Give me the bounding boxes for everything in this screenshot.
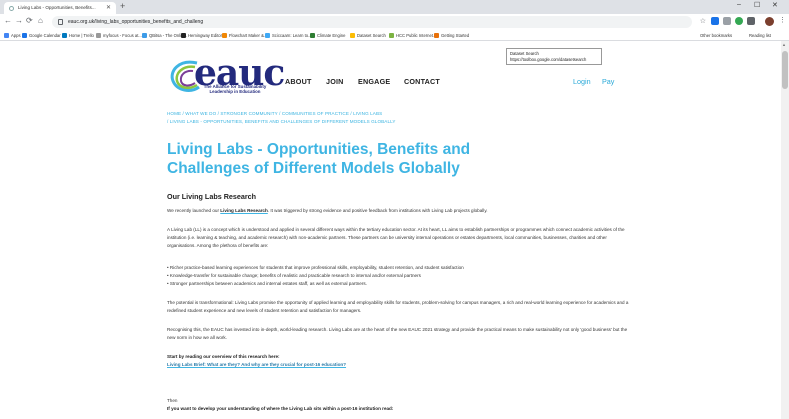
- bookmark-item[interactable]: myfocus - Focus at...: [96, 30, 142, 41]
- browser-tab[interactable]: Living Labs - Opportunities, Benefits...…: [4, 2, 116, 14]
- then-label: Then: [167, 398, 178, 403]
- living-labs-brief-link[interactable]: Living Labs Brief: What are they? And wh…: [167, 362, 346, 367]
- extension-icon[interactable]: [735, 17, 743, 25]
- bookmark-item[interactable]: Google Calendar: [22, 30, 61, 41]
- other-bookmarks[interactable]: Other bookmarks: [700, 30, 732, 41]
- address-bar[interactable]: eauc.org.uk/living_labs_opportunities_be…: [52, 16, 706, 28]
- puzzle-icon[interactable]: [747, 17, 755, 25]
- nav-contact[interactable]: CONTACT: [404, 77, 440, 86]
- bookmark-favicon-icon: [4, 33, 9, 38]
- bookmark-item[interactable]: Climate Engine: [310, 30, 345, 41]
- bookmark-favicon-icon: [142, 33, 147, 38]
- reading-list[interactable]: Reading list: [749, 30, 771, 41]
- scrollbar[interactable]: ▲: [781, 41, 789, 419]
- avatar[interactable]: [765, 17, 774, 26]
- eauc-logo[interactable]: eauc The Alliance for Sustainability Lea…: [167, 53, 285, 99]
- home-icon[interactable]: ⌂: [38, 16, 43, 25]
- bookmark-tooltip: Dataset Search https://toolbox.google.co…: [506, 48, 602, 65]
- bookmark-item[interactable]: Flowchart Maker &...: [222, 30, 267, 41]
- back-icon[interactable]: ←: [4, 16, 12, 25]
- bookmark-item[interactable]: Getting Started: [434, 30, 469, 41]
- bookmark-item[interactable]: Sciccaarn: Learn to...: [265, 30, 312, 41]
- develop-label: If you want to develop your understandin…: [167, 406, 394, 411]
- bookmark-favicon-icon: [62, 33, 67, 38]
- intro-paragraph: We recently launched our Living Labs Res…: [167, 208, 488, 213]
- maximize-button[interactable]: ☐: [754, 1, 760, 9]
- menu-icon[interactable]: ⋮: [779, 16, 786, 24]
- minimize-button[interactable]: –: [737, 1, 741, 8]
- bookmark-favicon-icon: [310, 33, 315, 38]
- recognising-paragraph: Recognising this, the EAUC has invested …: [167, 327, 628, 340]
- nav-engage[interactable]: ENGAGE: [358, 77, 390, 86]
- bookmark-favicon-icon: [96, 33, 101, 38]
- bookmark-item[interactable]: Hemingway Editor: [181, 30, 222, 41]
- close-window-button[interactable]: ✕: [772, 1, 778, 9]
- page-title: Living Labs - Opportunities, Benefits an…: [167, 141, 471, 177]
- extension-icon[interactable]: [723, 17, 731, 25]
- bookmark-favicon-icon: [222, 33, 227, 38]
- breadcrumb-current[interactable]: / LIVING LABS - OPPORTUNITIES, BENEFITS …: [167, 119, 396, 124]
- nav-about[interactable]: ABOUT: [285, 77, 312, 86]
- logo-tagline: The Alliance for Sustainability Leadersh…: [203, 84, 267, 95]
- forward-icon[interactable]: →: [15, 16, 23, 25]
- bookmark-item[interactable]: Dataset Search: [350, 30, 386, 41]
- scroll-up-icon[interactable]: ▲: [782, 42, 786, 47]
- reload-icon[interactable]: ⟳: [26, 16, 33, 25]
- bookmark-favicon-icon: [265, 33, 270, 38]
- login-link[interactable]: Login: [573, 77, 591, 86]
- breadcrumb[interactable]: HOME / WHAT WE DO / STRONGER COMMUNITY /…: [167, 111, 382, 116]
- definition-paragraph: A Living Lab (LL) is a concept which is …: [167, 227, 625, 248]
- url-text: eauc.org.uk/living_labs_opportunities_be…: [68, 19, 204, 25]
- bookmark-item[interactable]: HCC Public Internet...: [389, 30, 437, 41]
- tab-bar: Living Labs - Opportunities, Benefits...…: [0, 0, 789, 14]
- new-tab-button[interactable]: +: [120, 1, 125, 11]
- bookmark-favicon-icon: [22, 33, 27, 38]
- bookmarks-bar: Apps Google Calendar Home | Trello myfocus …: [0, 30, 789, 41]
- extension-icon[interactable]: [711, 17, 719, 25]
- bookmark-item[interactable]: Home | Trello: [62, 30, 94, 41]
- bookmark-star-icon[interactable]: ☆: [700, 16, 706, 28]
- bookmark-favicon-icon: [350, 33, 355, 38]
- globe-icon: [9, 6, 14, 11]
- close-icon[interactable]: ✕: [106, 2, 111, 14]
- bookmark-item[interactable]: Apps: [4, 30, 21, 41]
- nav-join[interactable]: JOIN: [326, 77, 344, 86]
- benefit-item: • Knowledge-transfer for sustainable cha…: [167, 273, 421, 278]
- start-label: Start by reading our overview of this re…: [167, 354, 280, 359]
- bookmark-favicon-icon: [434, 33, 439, 38]
- lock-icon: [58, 19, 63, 25]
- living-labs-research-link[interactable]: Living Labs Research: [220, 208, 268, 213]
- brief-link-line: Living Labs Brief: What are they? And wh…: [167, 361, 635, 369]
- tooltip-url: https://toolbox.google.com/datasetsearch: [510, 57, 587, 62]
- benefit-item: • Richer practice-based learning experie…: [167, 265, 464, 270]
- benefit-item: • Stronger partnerships between academic…: [167, 281, 367, 286]
- tab-title: Living Labs - Opportunities, Benefits...: [18, 5, 96, 10]
- bookmark-favicon-icon: [181, 33, 186, 38]
- bookmark-favicon-icon: [389, 33, 394, 38]
- pay-link[interactable]: Pay: [602, 77, 614, 86]
- scroll-thumb[interactable]: [782, 51, 788, 89]
- potential-paragraph: The potential is transformational: Livin…: [167, 300, 629, 313]
- browser-toolbar: ← → ⟳ ⌂ eauc.org.uk/living_labs_opportun…: [0, 14, 789, 30]
- section-heading: Our Living Labs Research: [167, 192, 257, 201]
